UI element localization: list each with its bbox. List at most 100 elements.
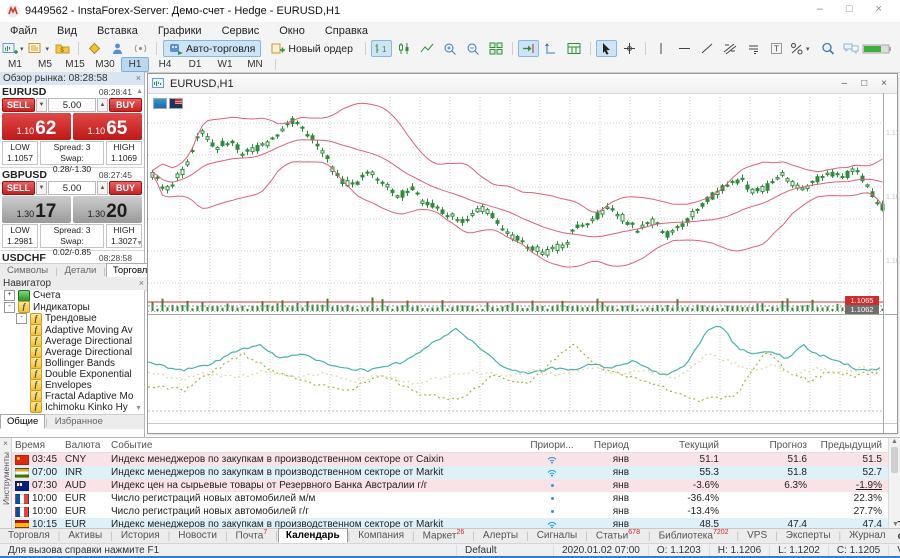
chart-minimize-icon[interactable]: – <box>842 78 848 89</box>
sell-button[interactable]: SELL <box>2 181 35 195</box>
menu-item-Справка[interactable]: Справка <box>315 22 378 40</box>
navigator-close-icon[interactable]: × <box>139 277 144 290</box>
tree-leaf-Average-Directional[interactable]: fAverage Directional <box>0 347 144 358</box>
chat-icon[interactable] <box>840 40 861 57</box>
volume-input[interactable]: 5.00 <box>48 181 96 195</box>
bar-chart-mode-icon[interactable]: 1 <box>371 40 392 57</box>
toolbox-tab-Библиотека[interactable]: Библиотека7202 <box>651 527 737 543</box>
menu-item-Графики[interactable]: Графики <box>148 22 212 40</box>
timeframe-M30[interactable]: M30 <box>91 57 119 72</box>
tree-expand-icon[interactable]: + <box>4 290 15 301</box>
tree-expand-icon[interactable]: - <box>4 302 15 313</box>
toolbox-tab-Статьи[interactable]: Статьи678 <box>588 527 648 543</box>
menu-item-Вставка[interactable]: Вставка <box>87 22 148 40</box>
tree-expand-icon[interactable]: - <box>16 313 27 324</box>
navigator-tab-Общие[interactable]: Общие <box>0 414 45 429</box>
toolbox-tab-VPS[interactable]: VPS <box>739 528 775 543</box>
chart-maximize-icon[interactable]: □ <box>861 78 867 89</box>
toolbox-tab-Активы[interactable]: Активы <box>60 528 110 543</box>
market-watch-close-icon[interactable]: × <box>136 72 141 85</box>
quotes-icon[interactable] <box>84 40 105 57</box>
toolbox-tab-Новости[interactable]: Новости <box>170 528 225 543</box>
tree-leaf-Double-Exponential[interactable]: fDouble Exponential <box>0 369 144 380</box>
column-header-6[interactable]: Прогноз <box>722 440 810 451</box>
toolbox-tab-Сигналы[interactable]: Сигналы <box>529 528 586 543</box>
calendar-row[interactable]: 07:30AUDИндекс цен на сырьевые товары от… <box>12 479 888 492</box>
timeframe-M5[interactable]: M5 <box>31 57 59 72</box>
chart-plot[interactable]: 1.11251.10851.1045 <box>148 93 897 433</box>
volume-decrease-stepper[interactable]: ▼ <box>36 98 47 112</box>
ask-price-box[interactable]: 1.3020 <box>73 196 142 223</box>
navigator-scroll-down-icon[interactable]: ▼ <box>135 405 142 412</box>
toolbox-tab-Маркет[interactable]: Маркет26 <box>415 527 473 543</box>
bid-price-box[interactable]: 1.1062 <box>2 113 71 140</box>
fibonacci-tool-icon[interactable] <box>720 40 741 57</box>
window-controls[interactable]: – □ × <box>817 3 892 15</box>
tree-leaf-Adaptive-Moving-Av[interactable]: fAdaptive Moving Av <box>0 325 144 336</box>
channel-tool-icon[interactable] <box>743 40 764 57</box>
tree-node-Трендовые[interactable]: -fТрендовые <box>0 313 144 325</box>
new-order-button[interactable]: Новый ордер <box>265 40 359 57</box>
menu-item-Файл[interactable]: Файл <box>0 22 47 40</box>
market-watch-header[interactable]: Обзор рынка: 08:28:58 × <box>0 72 144 86</box>
timeframe-M15[interactable]: M15 <box>61 57 89 72</box>
calendar-row[interactable]: 10:00EURЧисло регистраций новых автомоби… <box>12 492 888 505</box>
line-chart-mode-icon[interactable] <box>417 40 438 57</box>
calendar-row[interactable]: 07:00INRИндекс менеджеров по закупкам в … <box>12 466 888 479</box>
candle-chart-mode-icon[interactable] <box>394 40 415 57</box>
market-watch-tab-Детали[interactable]: Детали <box>58 263 104 278</box>
timeframe-H1[interactable]: H1 <box>121 57 149 72</box>
volume-input[interactable]: 5.00 <box>48 98 96 112</box>
timeframe-MN[interactable]: MN <box>241 57 269 72</box>
timeframe-D1[interactable]: D1 <box>181 57 209 72</box>
tree-leaf-Average-Directional[interactable]: fAverage Directional <box>0 336 144 347</box>
column-header-7[interactable]: Предыдущий <box>810 440 888 451</box>
zoom-in-icon[interactable] <box>440 40 461 57</box>
text-tool-icon[interactable]: T <box>766 40 787 57</box>
vertical-line-tool-icon[interactable] <box>651 40 672 57</box>
buy-button[interactable]: BUY <box>109 98 142 112</box>
tree-node-Счета[interactable]: +Счета <box>0 290 144 302</box>
toolbox-tab-Календарь[interactable]: Календарь <box>278 528 348 543</box>
market-watch-scroll-down-icon[interactable]: ▼ <box>136 240 143 247</box>
tree-leaf-Envelopes[interactable]: fEnvelopes <box>0 380 144 391</box>
volume-increase-stepper[interactable]: ▲ <box>97 98 108 112</box>
column-header-1[interactable]: Валюта <box>62 440 108 451</box>
market-watch-tab-Символы[interactable]: Символы <box>0 263 55 278</box>
navigator-header[interactable]: Навигатор × <box>0 277 147 291</box>
column-header-2[interactable]: Событие <box>108 440 528 451</box>
trendline-tool-icon[interactable] <box>697 40 718 57</box>
market-watch-icon[interactable]: $ <box>52 40 73 57</box>
calendar-row[interactable]: 03:45CNYИндекс менеджеров по закупкам в … <box>12 453 888 466</box>
toolbox-tab-Торговля[interactable]: Торговля <box>0 528 58 543</box>
market-watch-scroll-up-icon[interactable]: ▲ <box>136 88 143 95</box>
shapes-tool-icon[interactable]: ▾ <box>789 40 811 57</box>
column-header-5[interactable]: Текущий <box>632 440 722 451</box>
toolbox-tab-Компания[interactable]: Компания <box>350 528 412 543</box>
strategy-tester-label[interactable]: Тестер стратегий <box>894 519 900 543</box>
menu-item-Вид[interactable]: Вид <box>47 22 87 40</box>
toolbox-tab-Журнал[interactable]: Журнал <box>841 528 894 543</box>
chart-close-icon[interactable]: × <box>881 78 887 89</box>
volume-decrease-stepper[interactable]: ▼ <box>36 181 47 195</box>
bid-price-box[interactable]: 1.3017 <box>2 196 71 223</box>
sell-button[interactable]: SELL <box>2 98 35 112</box>
horizontal-line-tool-icon[interactable] <box>674 40 695 57</box>
signals-icon[interactable] <box>130 40 151 57</box>
column-header-3[interactable]: Приори... <box>528 440 576 451</box>
new-chart-icon[interactable]: ▾ <box>1 40 25 57</box>
profiles-icon[interactable]: ▾ <box>27 40 51 57</box>
timeframe-M1[interactable]: M1 <box>1 57 29 72</box>
navigator-tab-Избранное[interactable]: Избранное <box>48 414 110 429</box>
menu-item-Окно[interactable]: Окно <box>269 22 315 40</box>
toolbox-tab-Почта[interactable]: Почта7 <box>228 527 276 543</box>
status-profile[interactable]: Default <box>456 545 554 556</box>
toolbox-tab-Алерты[interactable]: Алерты <box>475 528 526 543</box>
tree-node-Индикаторы[interactable]: -fИндикаторы <box>0 302 144 314</box>
symbol-block-GBPUSD[interactable]: GBPUSD08:27:45SELL▼5.00▲BUY1.30171.3020L… <box>0 168 144 251</box>
symbol-block-EURUSD[interactable]: EURUSD08:28:41SELL▼5.00▲BUY1.10621.1065L… <box>0 85 144 168</box>
timeframe-H4[interactable]: H4 <box>151 57 179 72</box>
depth-of-market-icon[interactable] <box>107 40 128 57</box>
column-header-0[interactable]: Время <box>12 440 62 451</box>
column-header-4[interactable]: Период <box>576 440 632 451</box>
